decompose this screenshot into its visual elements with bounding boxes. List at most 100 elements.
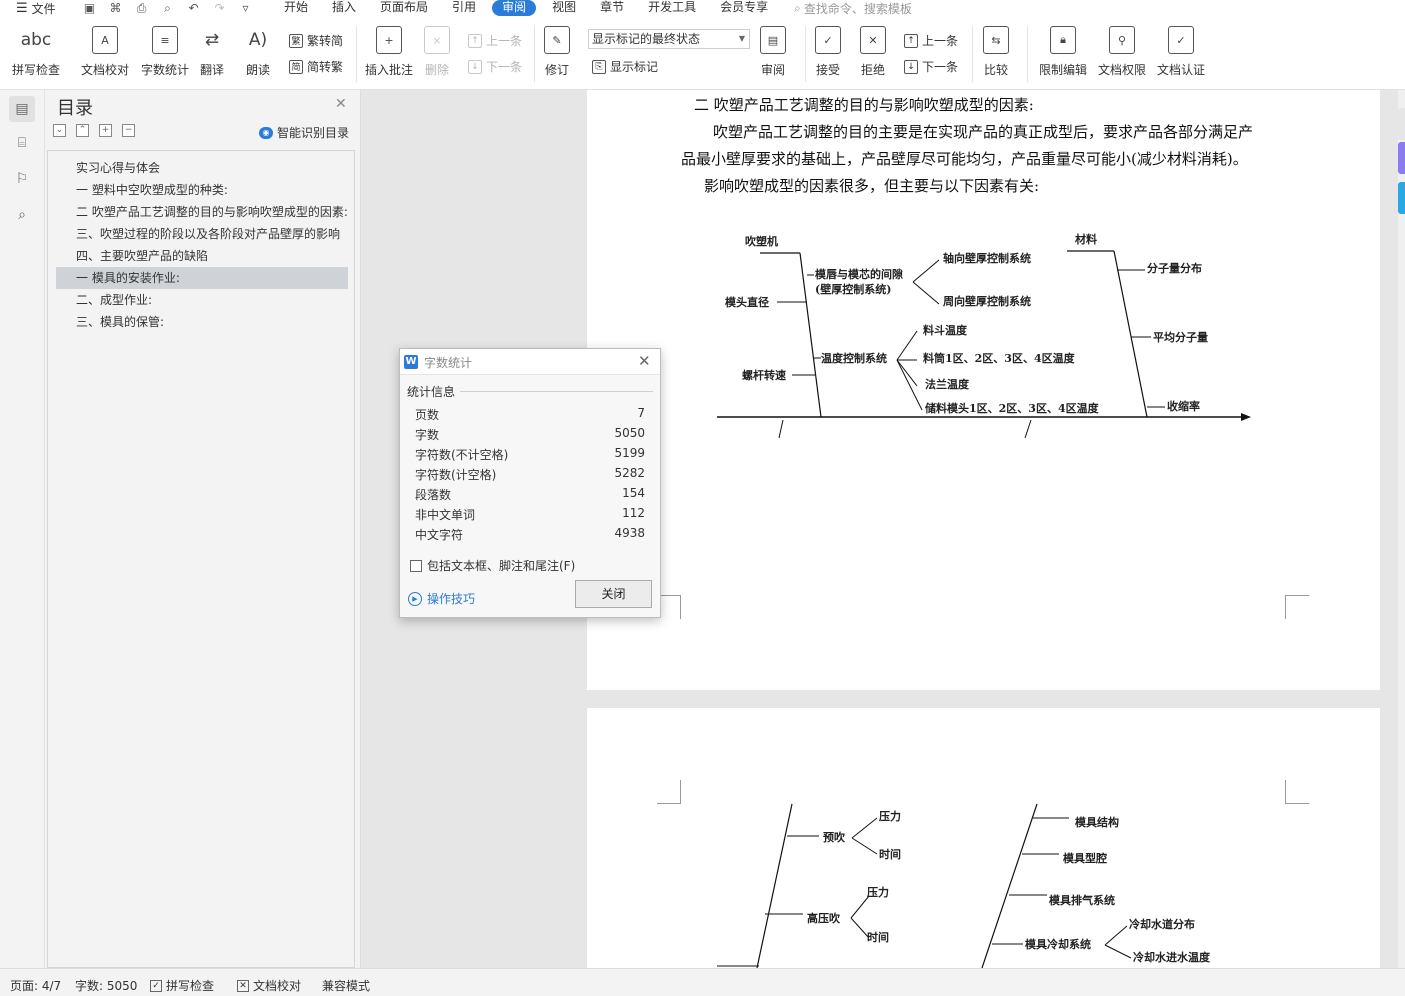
toc-list: 实习心得与体会 一 塑料中空吹塑成型的种类: 二 吹塑产品工艺调整的目的与影响吹… <box>47 150 355 968</box>
smart-toc-button[interactable]: ◉ 智能识别目录 <box>259 124 349 141</box>
toc-item[interactable]: 三、模具的保管: <box>56 311 348 333</box>
label-mold-vent: 模具排气系统 <box>1049 893 1115 907</box>
certify-icon: ✓ <box>1168 26 1194 54</box>
tab-view[interactable]: 视图 <box>540 0 588 16</box>
undo-icon[interactable]: ↶ <box>185 1 202 15</box>
toc-tools: ⌄ ⌃ + − <box>53 124 135 137</box>
dialog-title: 字数统计 <box>424 356 473 370</box>
show-markup-button[interactable]: ⎘ 显示标记 <box>592 58 658 75</box>
tab-sections[interactable]: 章节 <box>588 0 636 16</box>
tab-insert[interactable]: 插入 <box>320 0 368 16</box>
delete-comment-button[interactable]: × 删除 <box>424 26 450 78</box>
track-changes-button[interactable]: ✎ 修订 <box>544 26 570 78</box>
spell-check-status-icon: ✓ <box>150 979 162 992</box>
review-pane-button[interactable]: ▤ 审阅 <box>760 26 786 78</box>
tab-home[interactable]: 开始 <box>272 0 320 16</box>
section-divider <box>460 391 653 392</box>
translate-button[interactable]: ⇄ 翻译 <box>199 26 225 78</box>
next-change-button[interactable]: ↓ 下一条 <box>904 58 958 75</box>
proofread-status[interactable]: ✕ 文档校对 <box>237 977 301 994</box>
restrict-edit-button[interactable]: 🔒︎ 限制编辑 <box>1039 26 1087 78</box>
translate-icon: ⇄ <box>204 30 220 50</box>
prev-change-button[interactable]: ↑ 上一条 <box>904 32 958 49</box>
side-tab[interactable] <box>1398 182 1405 214</box>
format-painter-icon[interactable]: ⌘ <box>107 1 124 15</box>
save-icon[interactable]: ▣ <box>81 1 98 15</box>
insert-comment-button[interactable]: + 插入批注 <box>365 26 413 78</box>
command-search[interactable]: ⌕ 查找命令、搜索模板 <box>794 0 912 17</box>
trad-simp-icon: 繁 <box>289 33 303 48</box>
toc-item[interactable]: 实习心得与体会 <box>56 157 348 179</box>
tab-references[interactable]: 引用 <box>440 0 488 16</box>
stat-value: 4938 <box>614 526 645 540</box>
compare-button[interactable]: ⇆ 比较 <box>983 26 1009 78</box>
spell-check-button[interactable]: abc 拼写检查 <box>12 26 60 78</box>
wps-logo-icon: W <box>404 355 418 369</box>
checkbox-box[interactable] <box>410 559 422 572</box>
print-preview-icon[interactable]: ⌕ <box>159 1 176 16</box>
label-coolant-distribution: 冷却水道分布 <box>1129 917 1195 931</box>
side-tab[interactable] <box>1398 142 1405 174</box>
minus-icon[interactable]: − <box>122 124 135 137</box>
plus-icon[interactable]: + <box>99 124 112 137</box>
tab-developer[interactable]: 开发工具 <box>636 0 708 16</box>
toc-item[interactable]: 四、主要吹塑产品的缺陷 <box>56 245 348 267</box>
ribbon-toolbar: abc 拼写检查 A 文档校对 ≡ 字数统计 ⇄ 翻译 A) 朗读 繁 繁转简 … <box>0 16 1405 90</box>
spell-check-status[interactable]: ✓ 拼写检查 <box>150 977 214 994</box>
collapse-icon[interactable]: ⌃ <box>76 124 89 137</box>
toc-item[interactable]: 二、成型作业: <box>56 289 348 311</box>
expand-icon[interactable]: ⌄ <box>53 124 66 137</box>
toc-panel-icon[interactable]: ▤ <box>9 96 35 122</box>
page-indicator[interactable]: 页面: 4/7 <box>10 977 61 994</box>
close-icon[interactable]: ✕ <box>638 352 651 370</box>
customize-icon[interactable]: ▿ <box>237 1 254 15</box>
spell-check-label: 拼写检查 <box>12 63 61 77</box>
tab-review[interactable]: 审阅 <box>492 0 537 16</box>
search-placeholder: 查找命令、搜索模板 <box>803 1 912 16</box>
stat-value: 5050 <box>614 426 645 440</box>
stat-row: 段落数 154 <box>415 483 645 503</box>
next-comment-button[interactable]: ↓ 下一条 <box>468 58 522 75</box>
find-icon[interactable]: ⌕ <box>11 204 33 226</box>
toc-item[interactable]: 一 塑料中空吹塑成型的种类: <box>56 179 348 201</box>
markup-display-select[interactable]: 显示标记的最终状态 ▼ <box>588 29 750 49</box>
translate-label: 翻译 <box>199 63 224 77</box>
redo-icon[interactable]: ↷ <box>211 1 228 15</box>
reject-button[interactable]: ✕ 拒绝 <box>860 26 886 78</box>
doc-proofread-button[interactable]: A 文档校对 <box>81 26 129 78</box>
side-tab[interactable] <box>1398 108 1405 140</box>
accept-button[interactable]: ✓ 接受 <box>815 26 841 78</box>
doc-permission-button[interactable]: ⚲ 文档权限 <box>1098 26 1146 78</box>
accept-label: 接受 <box>815 63 840 77</box>
bookmark-icon[interactable]: ⚐ <box>11 168 33 190</box>
review-pane-icon: ▤ <box>760 26 786 54</box>
stat-label: 字符数(计空格) <box>415 468 497 482</box>
dialog-titlebar[interactable]: W 字数统计 ✕ <box>400 349 660 375</box>
tips-link[interactable]: ▶ 操作技巧 <box>408 590 475 607</box>
include-textbox-checkbox[interactable]: 包括文本框、脚注和尾注(F) <box>410 557 575 574</box>
prev-comment-button[interactable]: ↑ 上一条 <box>468 32 522 49</box>
read-aloud-button[interactable]: A) 朗读 <box>245 26 271 78</box>
trad-to-simp-button[interactable]: 繁 繁转简 <box>289 32 343 49</box>
word-count-button[interactable]: ≡ 字数统计 <box>141 26 189 78</box>
file-menu[interactable]: ☰ 文件 <box>0 0 75 17</box>
show-markup-label: 显示标记 <box>610 60 659 74</box>
tab-page-layout[interactable]: 页面布局 <box>368 0 440 16</box>
label-gap: 模唇与模芯的间隙 <box>815 267 903 281</box>
trad-to-simp-label: 繁转简 <box>307 34 344 48</box>
document-page[interactable]: 二 吹塑产品工艺调整的目的与影响吹塑成型的因素: 吹塑产品工艺调整的目的主要是在… <box>587 90 1380 690</box>
close-icon[interactable]: ✕ <box>335 96 347 112</box>
stat-row: 字数 5050 <box>415 423 645 443</box>
document-page[interactable]: 预吹 压力 时间 高压吹 压力 时间 模具结构 模具型腔 模具排气系统 模具冷却… <box>587 708 1380 968</box>
prev-change-label: 上一条 <box>922 34 959 48</box>
tab-member[interactable]: 会员专享 <box>708 0 780 16</box>
close-button[interactable]: 关闭 <box>575 580 652 608</box>
simp-to-trad-button[interactable]: 简 简转繁 <box>289 58 343 75</box>
print-icon[interactable]: ⎙ <box>133 1 150 16</box>
toc-item[interactable]: 二 吹塑产品工艺调整的目的与影响吹塑成型的因素: <box>56 201 348 223</box>
toc-item[interactable]: 三、吹塑过程的阶段以及各阶段对产品壁厚的影响 <box>56 223 348 245</box>
toc-item-selected[interactable]: 一 模具的安装作业: <box>56 267 348 289</box>
doc-certify-button[interactable]: ✓ 文档认证 <box>1157 26 1205 78</box>
word-count-indicator[interactable]: 字数: 5050 <box>75 977 137 994</box>
chapter-nav-icon[interactable]: ⌸ <box>11 132 33 154</box>
